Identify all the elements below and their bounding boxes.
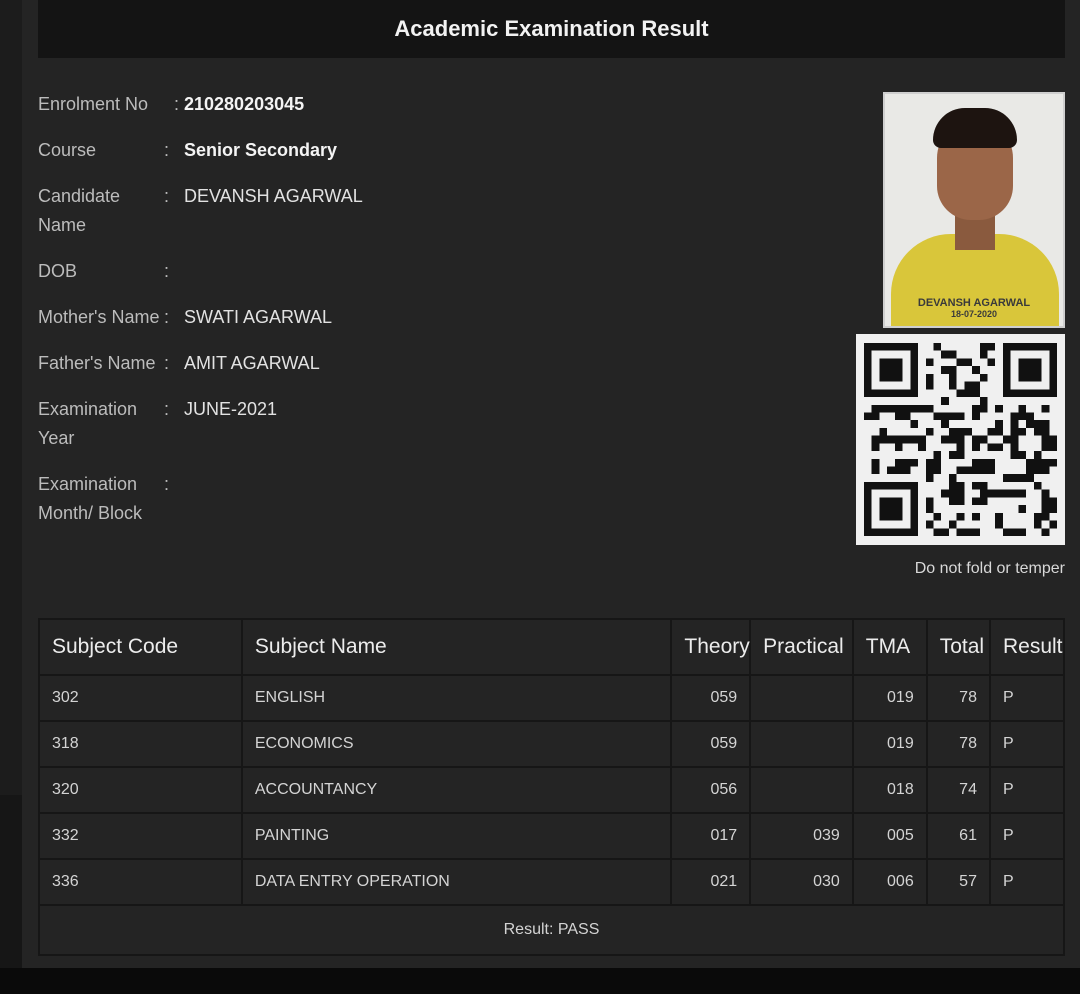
theory-marks: 021 [670,858,752,906]
enrolment-row: Enrolment No : 210280203045 [38,90,598,119]
bottom-bar [0,968,1080,994]
theory-marks: 059 [670,720,752,768]
subject-result: P [988,858,1066,906]
header-result: Result [988,618,1066,676]
subject-code: 320 [38,766,243,814]
course-label: Course [38,140,97,160]
photo-hair [933,108,1017,148]
result-summary-row: Result: PASS [38,904,1065,956]
subject-name: ENGLISH [240,674,673,722]
colon: : [164,353,170,373]
colon: : [164,186,170,206]
qr-code [856,334,1065,545]
colon: : [164,261,170,281]
dob-row: DOB : [38,257,598,286]
table-row: 302 ENGLISH 059 019 78 P [38,674,1066,722]
exam-month-row: Examination Month/ Block : [38,470,598,528]
exam-month-label: Examination Month/ Block [38,474,143,523]
candidate-photo: DEVANSH AGARWAL 18-07-2020 [883,92,1065,328]
subject-result: P [988,812,1066,860]
candidate-name-value: DEVANSH AGARWAL [184,186,363,206]
header-subject-name: Subject Name [240,618,673,676]
photo-caption: DEVANSH AGARWAL 18-07-2020 [885,298,1063,320]
colon: : [164,140,170,160]
total-marks: 78 [925,720,991,768]
candidate-name-row: Candidate Name : DEVANSH AGARWAL [38,182,598,240]
enrolment-value: 210280203045 [184,94,305,114]
exam-year-row: Examination Year : JUNE-2021 [38,395,598,453]
candidate-name-label: Candidate Name [38,186,121,235]
photo-caption-name: DEVANSH AGARWAL [917,297,1031,309]
tma-marks: 018 [851,766,928,814]
table-row: 320 ACCOUNTANCY 056 018 74 P [38,766,1066,814]
subject-code: 332 [38,812,243,860]
dob-label: DOB [38,261,78,281]
header-practical: Practical [749,618,854,676]
tma-marks: 019 [851,674,928,722]
subject-code: 318 [38,720,243,768]
subject-name: ACCOUNTANCY [240,766,673,814]
subject-result: P [988,674,1066,722]
practical-marks [749,766,854,814]
course-row: Course : Senior Secondary [38,136,598,165]
colon: : [164,399,170,419]
mother-name-label: Mother's Name [38,307,160,327]
course-value: Senior Secondary [184,140,338,160]
subject-code: 336 [38,858,243,906]
exam-year-value: JUNE-2021 [184,399,278,419]
colon: : [164,474,170,494]
photo-caption-date: 18-07-2020 [950,309,998,319]
tma-marks: 019 [851,720,928,768]
table-row: 332 PAINTING 017 039 005 61 P [38,812,1066,860]
subject-name: DATA ENTRY OPERATION [240,858,673,906]
tma-marks: 006 [851,858,928,906]
header-theory: Theory [670,618,752,676]
exam-year-label: Examination Year [38,399,138,448]
total-marks: 61 [925,812,991,860]
theory-marks: 017 [670,812,752,860]
table-row: 318 ECONOMICS 059 019 78 P [38,720,1066,768]
theory-marks: 056 [670,766,752,814]
total-marks: 74 [925,766,991,814]
practical-marks: 039 [749,812,854,860]
total-marks: 57 [925,858,991,906]
header-tma: TMA [851,618,928,676]
subject-result: P [988,766,1066,814]
page-title: Academic Examination Result [38,0,1065,58]
subject-name: ECONOMICS [240,720,673,768]
left-edge-lower [0,795,22,970]
overall-result: Result: PASS [38,904,1065,956]
subject-result: P [988,720,1066,768]
enrolment-label: Enrolment No [38,94,149,114]
mother-name-value: SWATI AGARWAL [184,307,333,327]
father-name-label: Father's Name [38,353,156,373]
tma-marks: 005 [851,812,928,860]
mother-name-row: Mother's Name : SWATI AGARWAL [38,303,598,332]
table-header-row: Subject Code Subject Name Theory Practic… [38,618,1066,676]
father-name-value: AMIT AGARWAL [184,353,320,373]
theory-marks: 059 [670,674,752,722]
fold-notice: Do not fold or temper [914,560,1065,577]
qr-code-icon [864,343,1057,536]
colon: : [164,307,170,327]
results-table: Subject Code Subject Name Theory Practic… [38,618,1066,956]
candidate-info: Enrolment No : 210280203045 Course : Sen… [38,90,598,545]
practical-marks [749,720,854,768]
subject-name: PAINTING [240,812,673,860]
subject-code: 302 [38,674,243,722]
header-total: Total [925,618,991,676]
practical-marks: 030 [749,858,854,906]
total-marks: 78 [925,674,991,722]
table-row: 336 DATA ENTRY OPERATION 021 030 006 57 … [38,858,1066,906]
colon: : [174,94,180,114]
father-name-row: Father's Name : AMIT AGARWAL [38,349,598,378]
practical-marks [749,674,854,722]
header-subject-code: Subject Code [38,618,243,676]
